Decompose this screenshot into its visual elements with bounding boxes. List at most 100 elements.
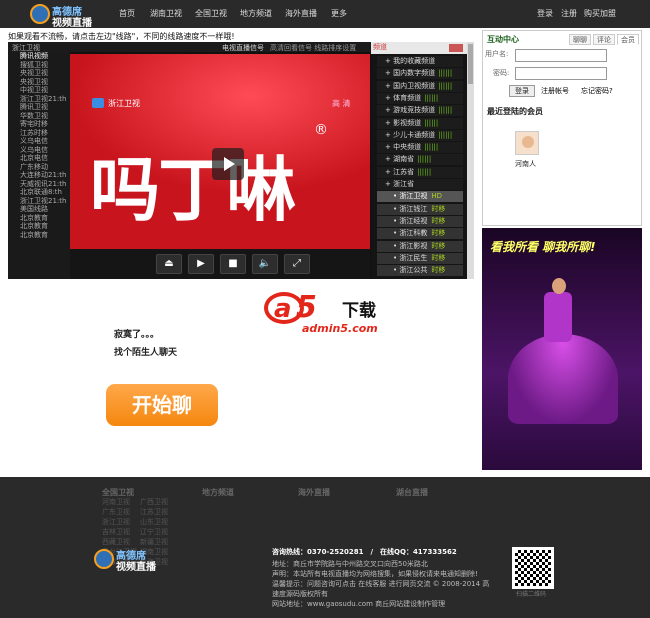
line-item[interactable]: 江苏时移 <box>8 129 70 138</box>
footer-heading-local[interactable]: 地方频道 <box>202 487 234 498</box>
footer-channel-link[interactable]: 河南卫视 <box>102 497 130 507</box>
channel-tree-item[interactable]: + 游戏竞技频道 |||||| <box>377 105 463 117</box>
channel-tree-label: 国内卫视频道 <box>393 81 436 90</box>
nav-overseas-live[interactable]: 海外直播 <box>285 8 317 19</box>
line-item[interactable]: 中视卫视 <box>8 86 70 95</box>
footer-channel-link[interactable]: 山东卫视 <box>140 517 168 527</box>
stop-button[interactable]: ■ <box>220 254 246 274</box>
collapse-icon[interactable] <box>449 44 463 52</box>
line-item[interactable]: 腾讯卫视 <box>8 103 70 112</box>
line-item[interactable]: 天威视讯21:th <box>8 180 70 189</box>
channel-tree: 频道 + 我的收藏频道 + 国内数字频道 |||||| + 国内卫视频道 |||||| +… <box>371 42 474 279</box>
channel-tree-label: 国内数字频道 <box>393 69 436 78</box>
tab-members[interactable]: 会员 <box>617 34 639 45</box>
channel-tree-item[interactable]: • 浙江卫视 HD <box>377 191 463 203</box>
channel-tag: 时移 <box>431 204 446 213</box>
channel-tree-item[interactable]: + 国内数字频道 |||||| <box>377 68 463 80</box>
footer-heading-lake[interactable]: 湖台直播 <box>396 487 428 498</box>
line-item[interactable]: 浙江卫视21:th <box>8 95 70 104</box>
line-item[interactable]: 华数卫视 <box>8 112 70 121</box>
signal-bars: |||||| <box>438 130 453 139</box>
line-item[interactable]: 义乌电信 <box>8 146 70 155</box>
line-item[interactable]: 搜狐卫视 <box>8 61 70 70</box>
login-link[interactable]: 登录 <box>537 8 553 19</box>
footer-channel-link[interactable]: 广东卫视 <box>102 507 130 517</box>
username-input[interactable] <box>515 49 607 62</box>
line-item[interactable]: 北京教育 <box>8 231 70 240</box>
line-item[interactable]: 央视卫视 <box>8 69 70 78</box>
member-avatar[interactable] <box>515 131 539 155</box>
video-frame[interactable]: 浙江卫视 高 清 吗丁啉 ® <box>70 54 370 276</box>
channel-tree-item[interactable]: + 国内卫视频道 |||||| <box>377 80 463 92</box>
eject-button[interactable]: ⏏ <box>156 254 182 274</box>
footer-logo[interactable]: 高德席 视频直播 <box>94 547 164 573</box>
logo-download-text: 下载 <box>342 301 376 321</box>
footer-heading-overseas[interactable]: 海外直播 <box>298 487 330 498</box>
footer-channel-link[interactable]: 浙江卫视 <box>102 517 130 527</box>
line-item[interactable]: 北京电信 <box>8 154 70 163</box>
footer-channel-link[interactable]: 辽宁卫视 <box>140 527 168 537</box>
channel-tree-title: 频道 <box>373 43 387 51</box>
member-name[interactable]: 河南人 <box>515 159 536 169</box>
channel-scrollbar[interactable] <box>467 42 474 279</box>
start-chat-button[interactable]: 开始聊 <box>106 384 218 426</box>
play-button[interactable]: ▶ <box>188 254 214 274</box>
line-item[interactable]: 央视卫视 <box>8 78 70 87</box>
line-item[interactable]: 义乌电信 <box>8 137 70 146</box>
channel-tree-item[interactable]: • 浙江民生 时移 <box>377 252 463 264</box>
ad-figure-body <box>544 292 572 342</box>
footer-channel-link[interactable]: 江苏卫视 <box>140 507 168 517</box>
signal-bars: |||||| <box>438 81 453 90</box>
nav-local-channels[interactable]: 地方频道 <box>240 8 272 19</box>
channel-tree-item[interactable]: • 浙江科教 时移 <box>377 228 463 240</box>
register-link[interactable]: 注册 <box>561 8 577 19</box>
line-item[interactable]: 北京教育 <box>8 214 70 223</box>
tab-chat[interactable]: 聊聊 <box>569 34 591 45</box>
password-input[interactable] <box>515 67 607 80</box>
line-item[interactable]: 腾讯视频 <box>8 52 70 61</box>
footer-site: 网站地址：www.gaosudu.com 商丘网站建设制作管理 <box>272 600 446 608</box>
live-signal-link[interactable]: 电视直播信号 <box>222 43 264 53</box>
footer-channel-link[interactable]: 广西卫视 <box>140 497 168 507</box>
channel-tree-item[interactable]: + 江苏省 |||||| <box>377 166 463 178</box>
login-button[interactable]: 登录 <box>509 85 535 97</box>
nav-hunan-tv[interactable]: 湖南卫视 <box>150 8 182 19</box>
footer-channel-link[interactable]: 西藏卫视 <box>102 537 130 547</box>
line-item[interactable]: 北京联通8:th <box>8 188 70 197</box>
playback-signal-link[interactable]: 高清回看信号 线路排序设置 <box>270 43 356 53</box>
site-logo[interactable]: 高德席 视频直播 <box>30 2 96 29</box>
footer-channel-link[interactable]: 新疆卫视 <box>140 537 168 547</box>
line-item[interactable]: 浙江卫视21:th <box>8 197 70 206</box>
channel-tree-item[interactable]: • 浙江公共 时移 <box>377 265 463 277</box>
channel-tree-item[interactable]: + 湖南省 |||||| <box>377 154 463 166</box>
channel-tree-item[interactable]: • 浙江钱江 时移 <box>377 203 463 215</box>
register-account-link[interactable]: 注册帐号 <box>541 86 569 96</box>
line-item[interactable]: 广东移动 <box>8 163 70 172</box>
channel-tree-item[interactable]: + 浙江省 <box>377 179 463 190</box>
line-item[interactable]: 寄宅时移 <box>8 120 70 129</box>
forgot-password-link[interactable]: 忘记密码? <box>581 86 613 96</box>
fullscreen-button[interactable]: ⤢ <box>284 254 310 274</box>
channel-tree-item[interactable]: • 浙江经视 时移 <box>377 215 463 227</box>
channel-tree-item[interactable]: • 浙江影视 时移 <box>377 240 463 252</box>
volume-button[interactable]: 🔈 <box>252 254 278 274</box>
footer-channel-link[interactable]: 吉林卫视 <box>102 527 130 537</box>
line-item[interactable]: 大连移动21:th <box>8 171 70 180</box>
side-ad-banner[interactable]: 看我所看 聊我所聊! <box>482 228 642 470</box>
scroll-thumb[interactable] <box>468 44 473 84</box>
nav-more[interactable]: 更多 <box>331 8 347 19</box>
channel-tree-item[interactable]: + 影视频道 |||||| <box>377 117 463 129</box>
channel-tree-item[interactable]: + 体育频道 |||||| <box>377 92 463 104</box>
expand-icon: + <box>385 143 394 152</box>
channel-tree-item[interactable]: + 中央频道 |||||| <box>377 142 463 154</box>
play-overlay-button[interactable] <box>212 148 244 180</box>
nav-home[interactable]: 首页 <box>119 8 135 19</box>
ad-slogan: 看我所看 聊我所聊! <box>490 240 596 254</box>
line-item[interactable]: 美国线路 <box>8 205 70 214</box>
channel-tree-item[interactable]: + 少儿卡通频道 |||||| <box>377 129 463 141</box>
channel-tree-item[interactable]: + 我的收藏频道 <box>377 56 463 67</box>
line-item[interactable]: 北京教育 <box>8 222 70 231</box>
tab-comments[interactable]: 评论 <box>593 34 615 45</box>
join-link[interactable]: 购买加盟 <box>584 8 616 19</box>
nav-national-tv[interactable]: 全国卫视 <box>195 8 227 19</box>
